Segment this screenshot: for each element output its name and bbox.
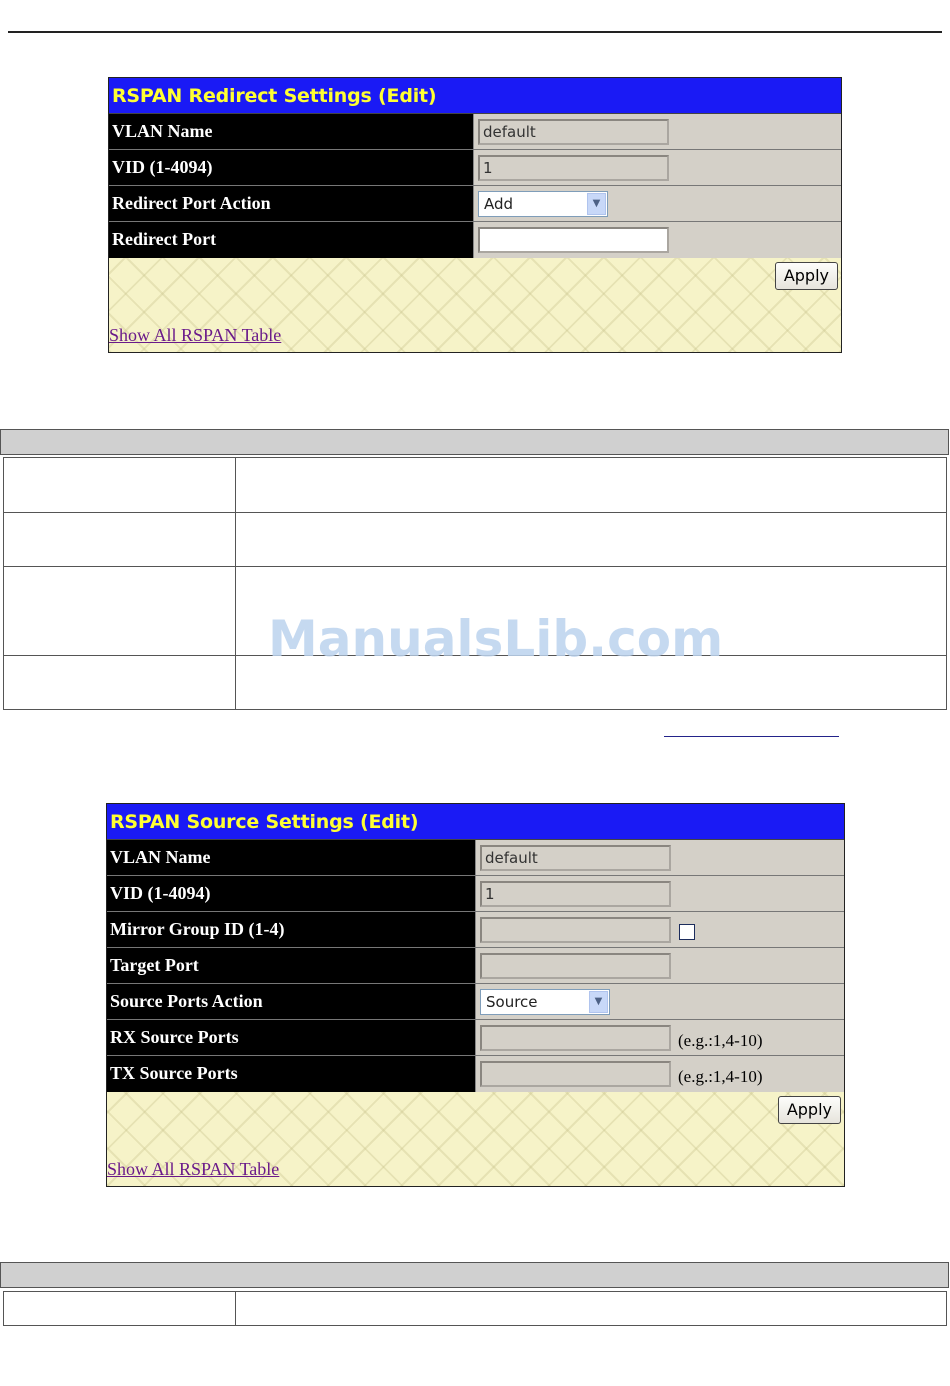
table-header-bar bbox=[0, 1262, 949, 1288]
description-table bbox=[3, 457, 947, 710]
vid-field: 1 bbox=[478, 154, 669, 181]
field-cell: (e.g.:1,4-10) bbox=[475, 1056, 844, 1092]
vid-row: VID (1-4094) 1 bbox=[109, 150, 841, 186]
field-cell bbox=[475, 912, 844, 947]
redirect-port-row: Redirect Port bbox=[109, 222, 841, 258]
field-label: VID (1-4094) bbox=[109, 150, 473, 185]
field-label: VID (1-4094) bbox=[107, 876, 475, 911]
select-value: Source bbox=[486, 992, 538, 1011]
field-label: VLAN Name bbox=[107, 840, 475, 875]
redirect-port-action-select[interactable]: Add ▼ bbox=[478, 190, 608, 217]
vid-row: VID (1-4094) 1 bbox=[107, 876, 844, 912]
description-table bbox=[3, 1291, 947, 1326]
field-cell: Add ▼ bbox=[473, 186, 841, 221]
rspan-source-panel: RSPAN Source Settings (Edit) VLAN Name d… bbox=[106, 803, 845, 1187]
rspan-redirect-panel: RSPAN Redirect Settings (Edit) VLAN Name… bbox=[108, 77, 842, 353]
panel-title: RSPAN Redirect Settings (Edit) bbox=[109, 78, 841, 114]
field-cell: 1 bbox=[473, 150, 841, 185]
field-cell: (e.g.:1,4-10) bbox=[475, 1020, 844, 1055]
rx-source-ports-input[interactable] bbox=[480, 1024, 671, 1051]
link-underline[interactable] bbox=[664, 736, 839, 737]
target-port-input[interactable] bbox=[480, 952, 671, 979]
field-label: Mirror Group ID (1-4) bbox=[107, 912, 475, 947]
apply-button[interactable]: Apply bbox=[774, 262, 838, 290]
field-label: Redirect Port bbox=[109, 222, 473, 258]
chevron-down-icon[interactable]: ▼ bbox=[589, 990, 608, 1013]
field-label: Target Port bbox=[107, 948, 475, 983]
format-hint: (e.g.:1,4-10) bbox=[678, 1067, 763, 1086]
field-label: RX Source Ports bbox=[107, 1020, 475, 1055]
tx-source-ports-input[interactable] bbox=[480, 1061, 671, 1087]
field-cell bbox=[475, 948, 844, 983]
redirect-port-input[interactable] bbox=[478, 227, 669, 253]
panel-footer: Apply Show All RSPAN Table bbox=[107, 1092, 844, 1186]
field-label: TX Source Ports bbox=[107, 1056, 475, 1092]
show-all-rspan-table-link[interactable]: Show All RSPAN Table bbox=[109, 325, 281, 346]
format-hint: (e.g.:1,4-10) bbox=[678, 1030, 763, 1050]
field-cell: default bbox=[473, 114, 841, 149]
source-ports-action-row: Source Ports Action Source ▼ bbox=[107, 984, 844, 1020]
vlan-name-row: VLAN Name default bbox=[107, 840, 844, 876]
vlan-name-field: default bbox=[480, 844, 671, 871]
tx-source-ports-row: TX Source Ports (e.g.:1,4-10) bbox=[107, 1056, 844, 1092]
apply-button[interactable]: Apply bbox=[777, 1096, 841, 1124]
show-all-rspan-table-link[interactable]: Show All RSPAN Table bbox=[107, 1159, 279, 1180]
vid-field: 1 bbox=[480, 880, 671, 907]
field-cell bbox=[473, 222, 841, 258]
field-cell: Source ▼ bbox=[475, 984, 844, 1019]
table-header-bar bbox=[0, 429, 949, 455]
mirror-group-id-input[interactable] bbox=[480, 916, 671, 943]
checkbox-icon[interactable] bbox=[679, 923, 695, 940]
field-cell: 1 bbox=[475, 876, 844, 911]
chevron-down-icon[interactable]: ▼ bbox=[587, 192, 606, 215]
field-label: VLAN Name bbox=[109, 114, 473, 149]
mirror-group-id-row: Mirror Group ID (1-4) bbox=[107, 912, 844, 948]
rx-source-ports-row: RX Source Ports (e.g.:1,4-10) bbox=[107, 1020, 844, 1056]
watermark: ManualsLib.com bbox=[268, 610, 724, 668]
redirect-port-action-row: Redirect Port Action Add ▼ bbox=[109, 186, 841, 222]
panel-title: RSPAN Source Settings (Edit) bbox=[107, 804, 844, 840]
field-cell: default bbox=[475, 840, 844, 875]
vlan-name-field: default bbox=[478, 118, 669, 145]
panel-footer: Apply Show All RSPAN Table bbox=[109, 258, 841, 352]
target-port-row: Target Port bbox=[107, 948, 844, 984]
top-rule bbox=[8, 31, 942, 33]
field-label: Source Ports Action bbox=[107, 984, 475, 1019]
source-ports-action-select[interactable]: Source ▼ bbox=[480, 988, 610, 1015]
field-label: Redirect Port Action bbox=[109, 186, 473, 221]
select-value: Add bbox=[484, 194, 514, 213]
vlan-name-row: VLAN Name default bbox=[109, 114, 841, 150]
